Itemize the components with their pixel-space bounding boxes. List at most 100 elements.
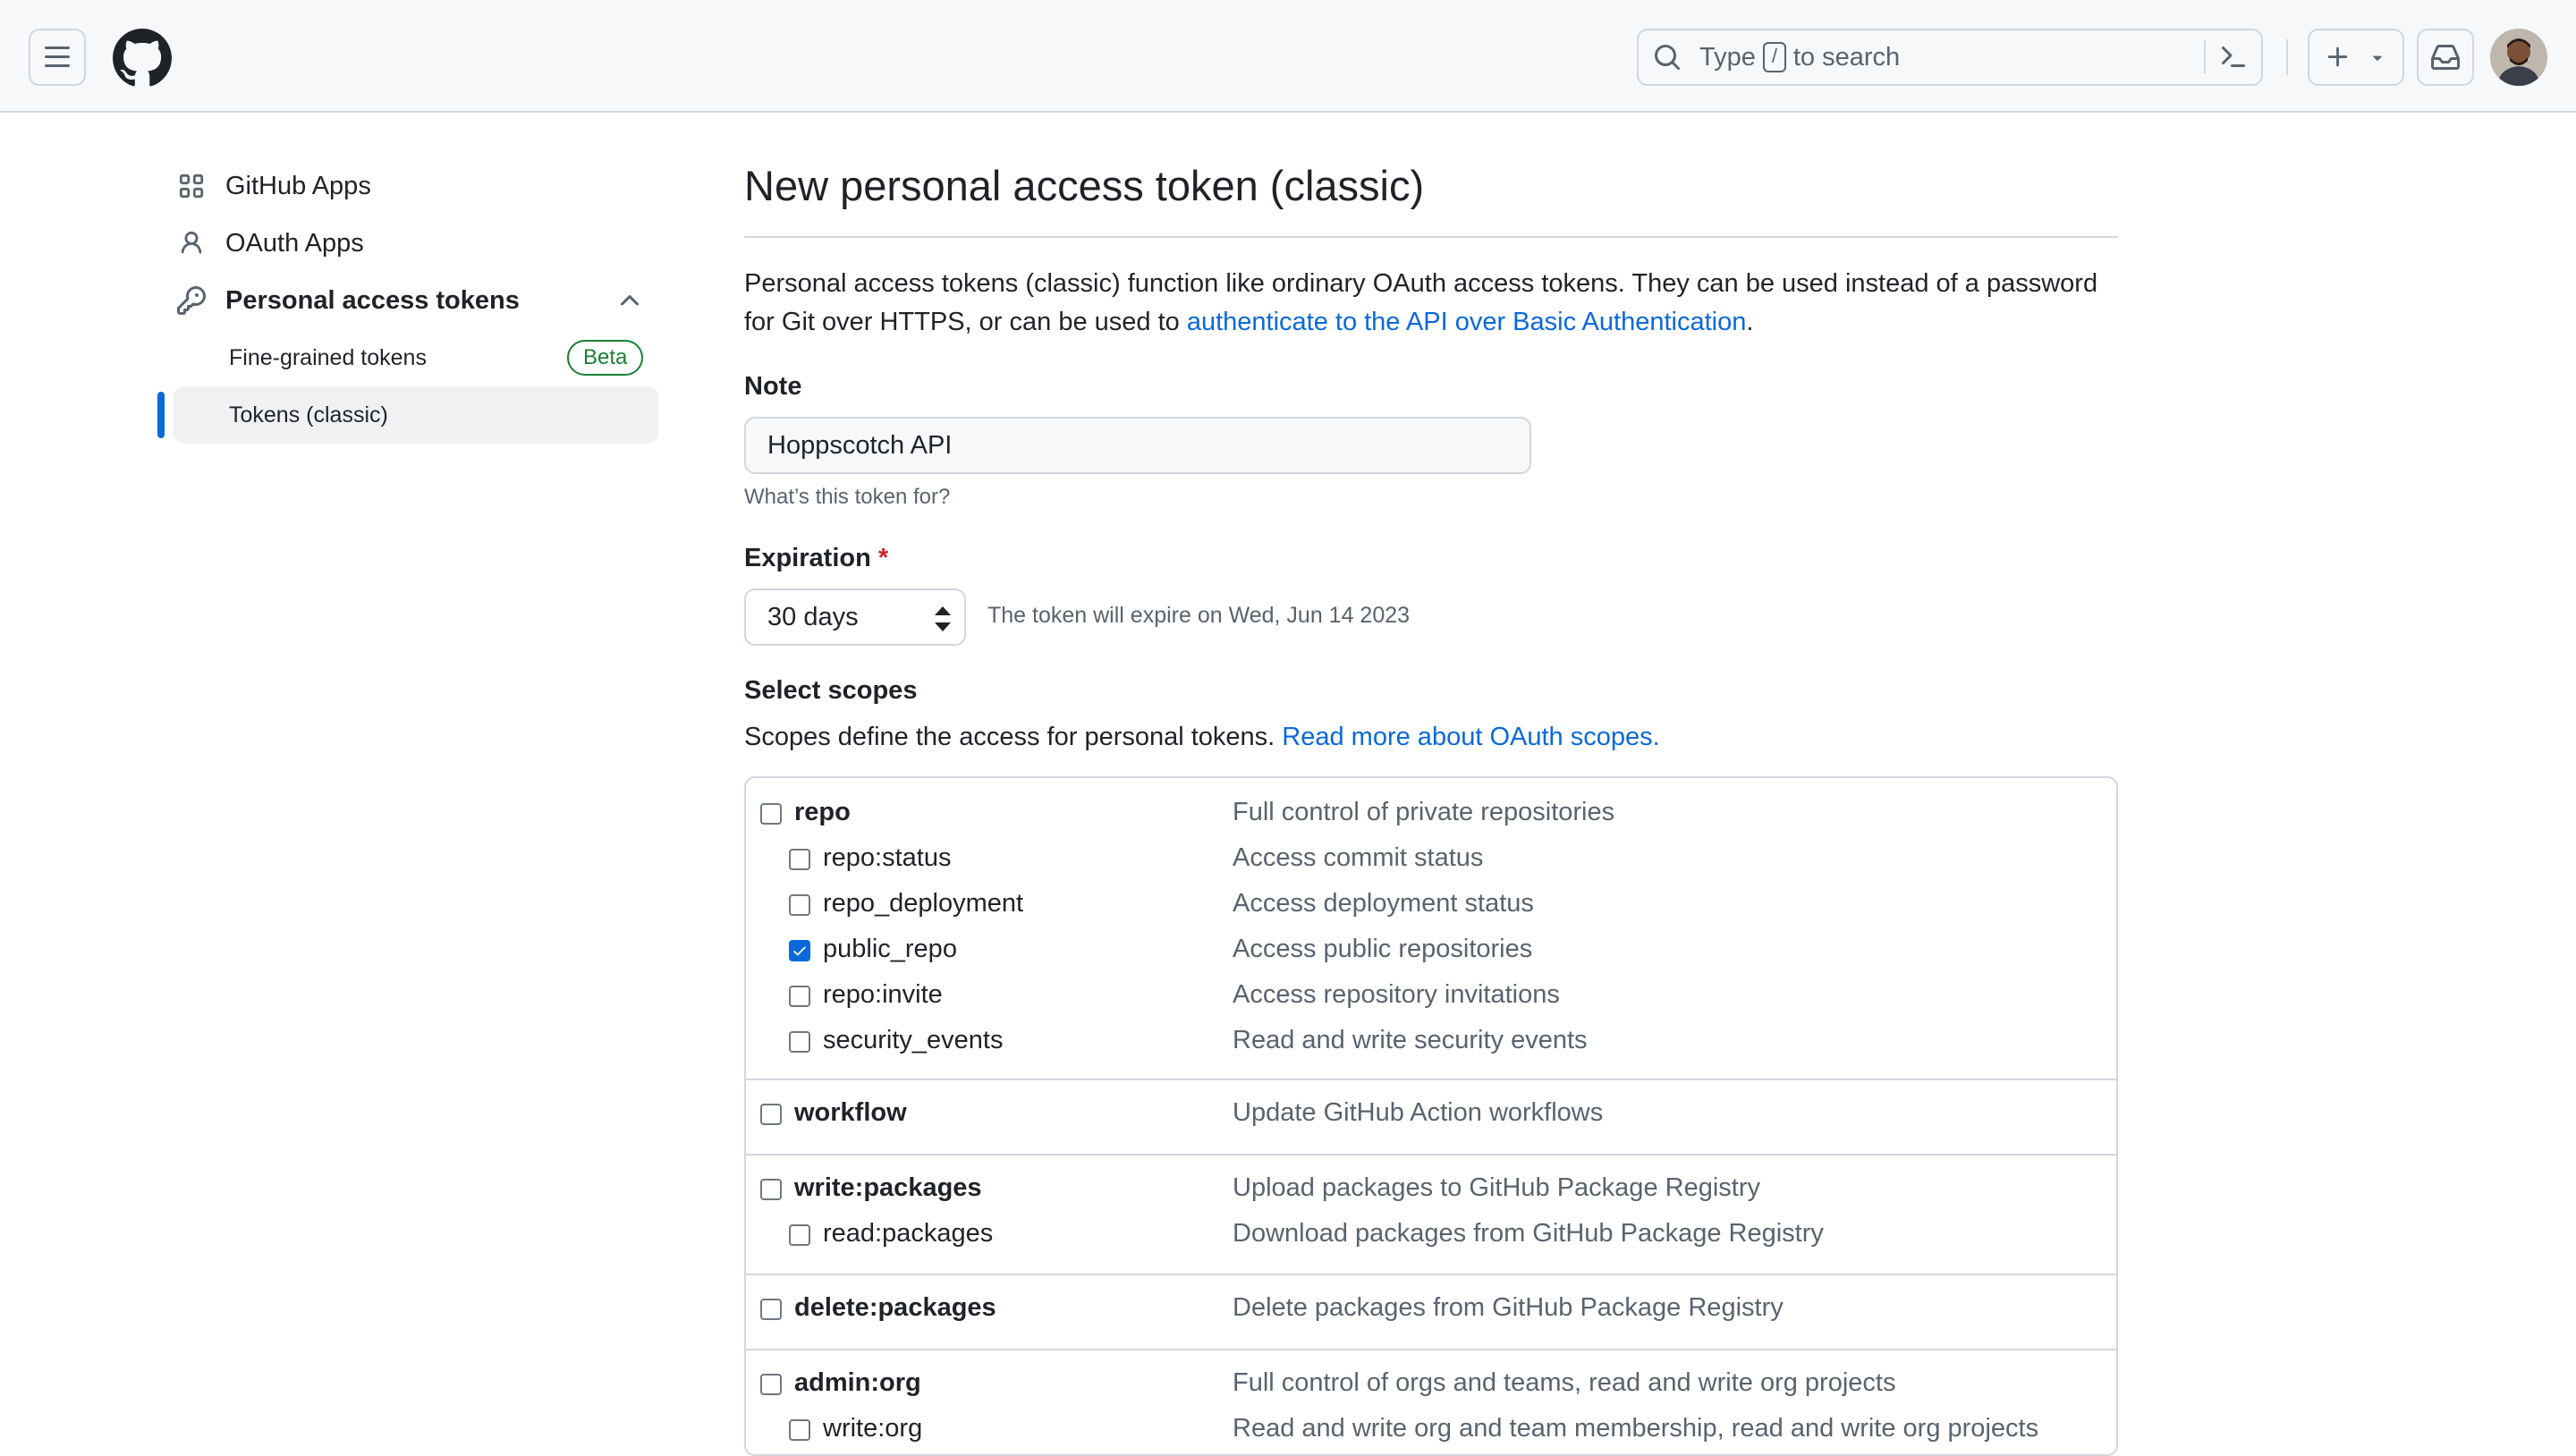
person-icon bbox=[175, 227, 208, 259]
scope-row: security_events Read and write security e… bbox=[746, 1019, 2116, 1065]
scopes-description-text: Scopes define the access for personal to… bbox=[744, 723, 1283, 751]
apps-grid-icon bbox=[175, 170, 208, 202]
scope-name[interactable]: repo_deployment bbox=[823, 889, 1023, 918]
avatar[interactable] bbox=[2490, 29, 2547, 86]
search-divider bbox=[2204, 41, 2206, 73]
scope-checkbox[interactable] bbox=[760, 1374, 782, 1395]
inbox-button[interactable] bbox=[2417, 29, 2474, 86]
scope-name[interactable]: security_events bbox=[823, 1026, 1004, 1055]
sidebar-subitem-label: Fine-grained tokens bbox=[229, 344, 427, 370]
sidebar-active-indicator bbox=[157, 392, 165, 438]
hamburger-icon bbox=[45, 47, 70, 67]
scope-group-divider bbox=[746, 1154, 2116, 1155]
scope-checkbox[interactable] bbox=[789, 986, 810, 1007]
slash-key-hint: / bbox=[1762, 42, 1786, 72]
scope-checkbox[interactable] bbox=[760, 1299, 782, 1320]
create-new-button[interactable] bbox=[2308, 29, 2404, 86]
scope-description: Delete packages from GitHub Package Regi… bbox=[1233, 1293, 1784, 1322]
scope-description: Update GitHub Action workflows bbox=[1233, 1098, 1604, 1127]
header-divider bbox=[2286, 39, 2288, 75]
note-field[interactable] bbox=[744, 417, 1531, 474]
select-arrows-icon bbox=[935, 606, 951, 631]
scope-name[interactable]: admin:org bbox=[794, 1368, 921, 1398]
caret-down-icon bbox=[2372, 55, 2383, 61]
scope-checkbox[interactable] bbox=[789, 1031, 810, 1053]
scope-row: repo:status Access commit status bbox=[746, 836, 2116, 883]
scope-group-divider bbox=[746, 1274, 2116, 1275]
scope-description: Access deployment status bbox=[1233, 889, 1534, 918]
scope-checkbox[interactable] bbox=[760, 803, 782, 825]
scope-row: workflow Update GitHub Action workflows bbox=[746, 1091, 2116, 1138]
page-title: New personal access token (classic) bbox=[744, 162, 1425, 209]
sidebar-subitem-fine-grained-tokens[interactable]: Fine-grained tokens bbox=[229, 340, 427, 376]
scope-name[interactable]: repo:status bbox=[823, 843, 951, 873]
sidebar-item-github-apps[interactable]: GitHub Apps bbox=[175, 157, 371, 215]
scope-checkbox[interactable] bbox=[789, 1224, 810, 1246]
scope-row: public_repo Access public repositories bbox=[746, 927, 2116, 974]
scope-name[interactable]: write:org bbox=[823, 1414, 922, 1443]
global-header: Type / to search bbox=[0, 0, 2576, 113]
sidebar-item-personal-access-tokens[interactable]: Personal access tokens bbox=[175, 272, 520, 329]
scope-description: Download packages from GitHub Package Re… bbox=[1233, 1219, 1824, 1248]
scope-checkbox[interactable] bbox=[760, 1104, 782, 1125]
required-marker: * bbox=[877, 544, 889, 572]
select-scopes-label: Select scopes bbox=[744, 676, 918, 705]
scope-row: repo Full control of private repositories bbox=[746, 791, 2116, 837]
scope-checkbox[interactable] bbox=[789, 940, 810, 961]
user-avatar-image bbox=[2490, 29, 2547, 86]
expiration-label: Expiration * bbox=[744, 544, 888, 573]
search-placeholder-start: Type bbox=[1699, 42, 1756, 72]
scopes-description: Scopes define the access for personal to… bbox=[744, 723, 1660, 752]
scope-name[interactable]: repo:invite bbox=[823, 980, 943, 1010]
scope-name[interactable]: delete:packages bbox=[794, 1293, 996, 1323]
chevron-up-icon[interactable] bbox=[615, 286, 644, 315]
scope-row: repo:invite Access repository invitations bbox=[746, 973, 2116, 1020]
expiration-selected-value: 30 days bbox=[767, 602, 859, 631]
expiration-date-text: The token will expire on Wed, Jun 14 202… bbox=[987, 603, 1411, 628]
scope-name[interactable]: public_repo bbox=[823, 935, 957, 964]
scope-description: Upload packages to GitHub Package Regist… bbox=[1233, 1173, 1760, 1202]
scope-checkbox[interactable] bbox=[789, 849, 810, 870]
scope-row: delete:packages Delete packages from GitH… bbox=[746, 1286, 2116, 1333]
oauth-scopes-link[interactable]: Read more about OAuth scopes. bbox=[1282, 723, 1659, 751]
scope-checkbox[interactable] bbox=[760, 1179, 782, 1200]
sidebar-item-label: GitHub Apps bbox=[225, 171, 371, 200]
scope-description: Full control of private repositories bbox=[1233, 798, 1615, 826]
scopes-list: repo Full control of private repositories… bbox=[744, 776, 2118, 1456]
expiration-select[interactable]: 30 days bbox=[744, 588, 966, 646]
search-input[interactable]: Type / to search bbox=[1637, 29, 2263, 86]
scope-name[interactable]: workflow bbox=[794, 1098, 907, 1128]
search-placeholder: Type / to search bbox=[1699, 42, 1900, 72]
beta-badge: Beta bbox=[567, 340, 644, 376]
scope-description: Access public repositories bbox=[1233, 935, 1533, 963]
scope-description: Full control of orgs and teams, read and… bbox=[1233, 1368, 1896, 1397]
note-hint: What’s this token for? bbox=[744, 485, 951, 509]
scope-name[interactable]: write:packages bbox=[794, 1173, 982, 1203]
scope-description: Read and write security events bbox=[1233, 1026, 1588, 1054]
scope-name[interactable]: read:packages bbox=[823, 1219, 993, 1249]
sidebar-subitem-label: Tokens (classic) bbox=[229, 402, 388, 427]
menu-button[interactable] bbox=[29, 29, 86, 86]
sidebar-item-oauth-apps[interactable]: OAuth Apps bbox=[175, 215, 364, 272]
scope-checkbox[interactable] bbox=[789, 894, 810, 916]
sidebar-subitem-tokens-classic[interactable]: Tokens (classic) bbox=[229, 397, 388, 433]
scope-row: admin:org Full control of orgs and teams,… bbox=[746, 1361, 2116, 1408]
key-icon bbox=[175, 284, 208, 317]
search-placeholder-end: to search bbox=[1792, 42, 1901, 72]
checkmark-icon bbox=[793, 946, 806, 956]
scope-row: write:org Read and write org and team mem… bbox=[746, 1407, 2116, 1453]
scope-row: write:packages Upload packages to GitHub … bbox=[746, 1166, 2116, 1213]
github-logo-icon[interactable] bbox=[113, 29, 172, 88]
scope-name[interactable]: repo bbox=[794, 798, 851, 827]
basic-auth-link[interactable]: authenticate to the API over Basic Authe… bbox=[1187, 308, 1747, 336]
intro-end: . bbox=[1746, 308, 1754, 336]
sidebar-item-label: Personal access tokens bbox=[225, 285, 520, 315]
scope-group-divider bbox=[746, 1079, 2116, 1080]
search-icon bbox=[1653, 41, 1685, 73]
sidebar-item-label: OAuth Apps bbox=[225, 228, 364, 258]
note-label: Note bbox=[744, 372, 802, 401]
scope-checkbox[interactable] bbox=[789, 1419, 810, 1441]
command-palette-icon[interactable] bbox=[2215, 41, 2250, 73]
plus-icon bbox=[2327, 47, 2348, 67]
intro-paragraph: Personal access tokens (classic) functio… bbox=[744, 265, 2122, 342]
